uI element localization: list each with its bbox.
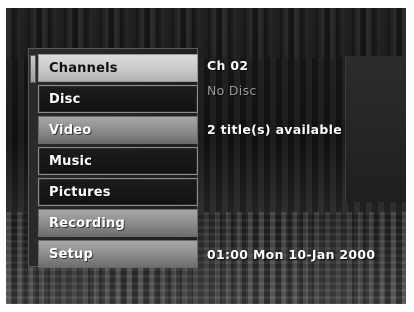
- menu-item-channels[interactable]: Channels: [38, 54, 198, 82]
- menu-item-label: Pictures: [49, 185, 111, 200]
- video-status: 2 title(s) available: [207, 122, 342, 137]
- preview-window: [345, 56, 406, 202]
- menu-item-label: Disc: [49, 92, 81, 107]
- menu-item-setup[interactable]: Setup: [38, 240, 198, 268]
- menu-item-label: Video: [49, 123, 92, 138]
- clock-display: 01:00 Mon 10-Jan 2000: [207, 247, 376, 262]
- disc-status: No Disc: [207, 83, 257, 98]
- menu-item-video[interactable]: Video: [38, 116, 198, 144]
- menu-item-label: Music: [49, 154, 93, 169]
- selection-indicator: [30, 55, 36, 83]
- menu-item-pictures[interactable]: Pictures: [38, 178, 198, 206]
- menu-item-label: Channels: [49, 61, 118, 76]
- menu-item-label: Setup: [49, 247, 93, 262]
- menu-item-label: Recording: [49, 216, 125, 231]
- menu-item-recording[interactable]: Recording: [38, 209, 198, 237]
- channel-info: Ch 02: [207, 58, 249, 73]
- menu-item-music[interactable]: Music: [38, 147, 198, 175]
- menu-item-disc[interactable]: Disc: [38, 85, 198, 113]
